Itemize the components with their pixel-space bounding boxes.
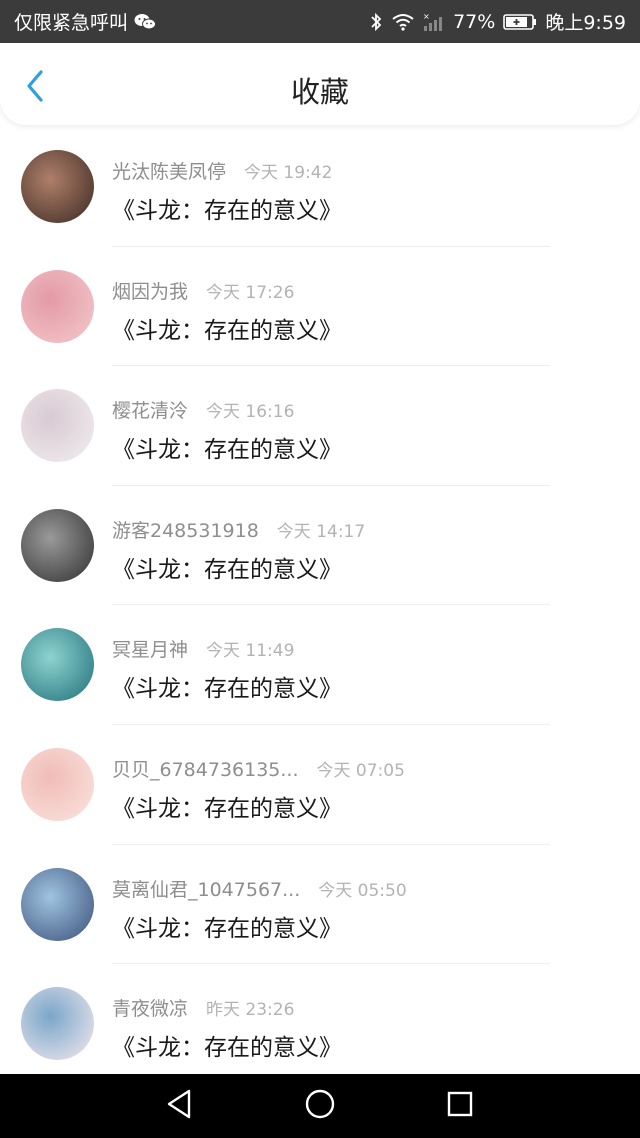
username[interactable]: 青夜微凉 (112, 994, 188, 1021)
username[interactable]: 光汰陈美凤停 (112, 157, 226, 184)
nav-home-button[interactable] (290, 1076, 350, 1136)
svg-text:×: × (423, 12, 430, 21)
item-meta: 冥星月神 今天 11:49 (112, 635, 294, 662)
favorite-title[interactable]: 《斗龙：存在的意义》 (112, 191, 342, 225)
avatar[interactable] (21, 747, 94, 821)
item-meta: 游客248531918 今天 14:17 (112, 516, 365, 543)
username[interactable]: 樱花清泠 (112, 396, 188, 423)
favorite-item[interactable]: 光汰陈美凤停 今天 19:42 《斗龙：存在的意义》 (0, 127, 640, 247)
timestamp: 今天 17:26 (206, 282, 295, 303)
item-meta: 青夜微凉 昨天 23:26 (112, 994, 294, 1021)
favorite-item[interactable]: 青夜微凉 昨天 23:26 《斗龙：存在的意义》 (0, 964, 640, 1074)
favorite-item[interactable]: 烟因为我 今天 17:26 《斗龙：存在的意义》 (0, 247, 640, 367)
favorite-title[interactable]: 《斗龙：存在的意义》 (112, 550, 342, 584)
timestamp: 今天 07:05 (316, 760, 405, 781)
back-triangle-icon (165, 1088, 195, 1124)
navigation-bar (0, 1074, 640, 1138)
timestamp: 昨天 23:26 (206, 1000, 295, 1021)
avatar[interactable] (21, 987, 94, 1061)
battery-percent: 77% (453, 10, 496, 33)
favorite-title[interactable]: 《斗龙：存在的意义》 (112, 789, 342, 823)
avatar[interactable] (21, 628, 94, 702)
signal-icon: × (423, 12, 445, 32)
nav-back-button[interactable] (150, 1076, 210, 1136)
username[interactable]: 贝贝_6784736135... (112, 755, 299, 782)
favorites-list: 光汰陈美凤停 今天 19:42 《斗龙：存在的意义》 烟因为我 今天 17:26 《斗龙：… (0, 127, 640, 1074)
avatar[interactable] (21, 269, 94, 343)
timestamp: 今天 05:50 (318, 880, 407, 901)
header: 收藏 (0, 43, 640, 125)
favorite-item[interactable]: 冥星月神 今天 11:49 《斗龙：存在的意义》 (0, 605, 640, 725)
favorite-title[interactable]: 《斗龙：存在的意义》 (112, 1028, 342, 1062)
battery-icon (503, 13, 537, 31)
username[interactable]: 冥星月神 (112, 635, 188, 662)
favorite-item[interactable]: 贝贝_6784736135... 今天 07:05 《斗龙：存在的意义》 (0, 725, 640, 845)
recents-square-icon (446, 1090, 474, 1122)
favorite-title[interactable]: 《斗龙：存在的意义》 (112, 430, 342, 464)
avatar[interactable] (21, 389, 94, 463)
avatar[interactable] (21, 508, 94, 582)
favorite-title[interactable]: 《斗龙：存在的意义》 (112, 669, 342, 703)
timestamp: 今天 16:16 (206, 402, 295, 423)
favorite-item[interactable]: 莫离仙君_1047567... 今天 05:50 《斗龙：存在的意义》 (0, 845, 640, 965)
timestamp: 今天 11:49 (206, 641, 295, 662)
bluetooth-icon (369, 12, 383, 32)
item-meta: 莫离仙君_1047567... 今天 05:50 (112, 875, 407, 902)
nav-recents-button[interactable] (430, 1076, 490, 1136)
home-circle-icon (304, 1088, 336, 1124)
username[interactable]: 烟因为我 (112, 277, 188, 304)
emergency-call-text: 仅限紧急呼叫 (14, 12, 129, 34)
item-meta: 光汰陈美凤停 今天 19:42 (112, 157, 332, 184)
wechat-icon (134, 13, 157, 31)
timestamp: 今天 19:42 (244, 163, 333, 183)
avatar[interactable] (21, 867, 94, 941)
item-meta: 烟因为我 今天 17:26 (112, 277, 294, 304)
item-meta: 樱花清泠 今天 16:16 (112, 396, 294, 423)
wifi-icon (391, 13, 415, 31)
item-meta: 贝贝_6784736135... 今天 07:05 (112, 755, 405, 782)
favorite-item[interactable]: 樱花清泠 今天 16:16 《斗龙：存在的意义》 (0, 366, 640, 486)
avatar[interactable] (21, 150, 94, 223)
status-bar: 仅限紧急呼叫 × 77% 晚上9:59 (0, 0, 640, 43)
username[interactable]: 莫离仙君_1047567... (112, 875, 300, 902)
username[interactable]: 游客248531918 (112, 516, 259, 543)
clock-time: 晚上9:59 (545, 12, 626, 34)
favorite-title[interactable]: 《斗龙：存在的意义》 (112, 909, 342, 943)
timestamp: 今天 14:17 (276, 521, 366, 542)
page-title: 收藏 (290, 75, 349, 109)
favorite-item[interactable]: 游客248531918 今天 14:17 《斗龙：存在的意义》 (0, 486, 640, 606)
favorite-title[interactable]: 《斗龙：存在的意义》 (112, 311, 342, 345)
